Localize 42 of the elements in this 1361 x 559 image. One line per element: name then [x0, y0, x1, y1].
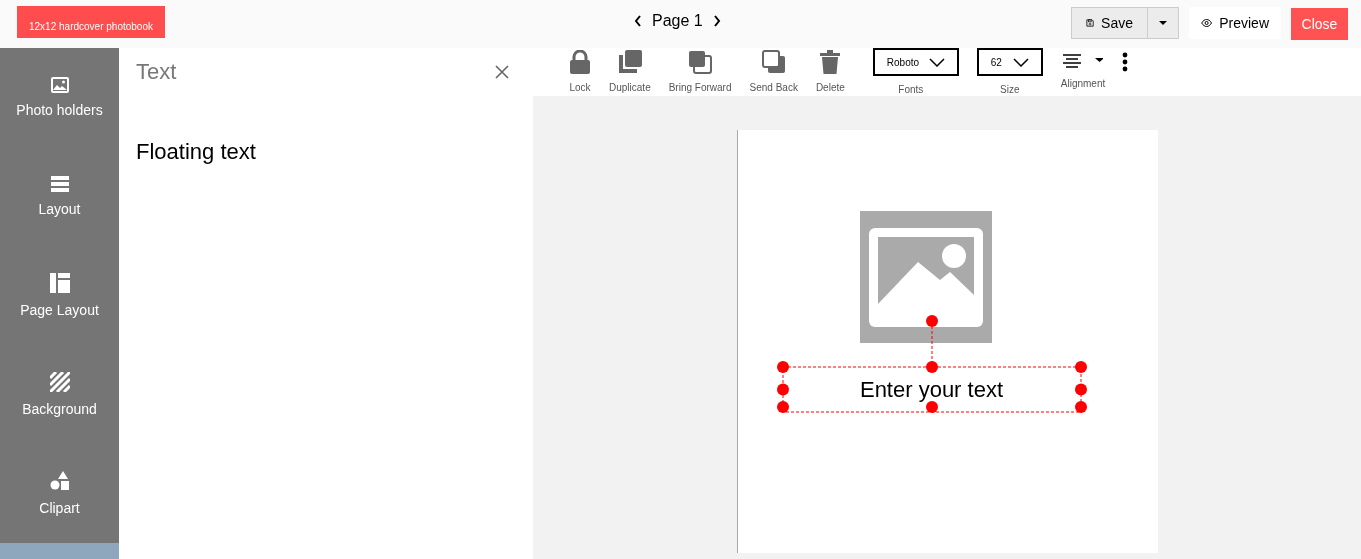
- size-label: Size: [1000, 84, 1020, 95]
- align-center-icon: [1063, 54, 1104, 68]
- more-icon[interactable]: [1122, 52, 1129, 72]
- chevron-down-icon: [1012, 57, 1029, 67]
- toolbar-button[interactable]: Bring Forward: [659, 48, 741, 96]
- bring-forward-icon: [688, 50, 713, 74]
- sidebar-item[interactable]: Layout: [0, 147, 119, 246]
- next-page-icon[interactable]: [712, 15, 721, 27]
- duplicate-icon: [617, 50, 642, 74]
- close-icon[interactable]: [495, 65, 509, 79]
- previous-page-icon[interactable]: [634, 15, 642, 27]
- shapes-icon: [49, 471, 70, 491]
- sidebar-item[interactable]: Background: [0, 345, 119, 444]
- toolbar-button[interactable]: Delete: [806, 48, 854, 96]
- trash-icon: [820, 50, 841, 74]
- lock-icon: [569, 50, 591, 74]
- toolbar-button[interactable]: Lock: [560, 48, 600, 96]
- save-button[interactable]: Save: [1071, 7, 1148, 39]
- page-layout-icon: [49, 273, 70, 293]
- page-label: Page 1: [652, 12, 703, 30]
- caret-icon: [1159, 21, 1167, 25]
- image-icon: [50, 77, 69, 93]
- chevron-down-icon: [928, 57, 945, 67]
- selection-frame[interactable]: [776, 315, 1087, 413]
- sidebar-item[interactable]: Page Layout: [0, 246, 119, 345]
- font-dropdown[interactable]: Roboto: [872, 48, 959, 76]
- rows-icon: [50, 176, 69, 192]
- eye-icon: [1201, 17, 1213, 29]
- text-option[interactable]: Floating text: [136, 139, 256, 165]
- save-icon: [1086, 16, 1095, 30]
- stripes-icon: [49, 372, 70, 392]
- toolbar-button[interactable]: Duplicate: [600, 48, 660, 96]
- panel-title: Text: [136, 59, 177, 85]
- canvas-text[interactable]: Enter your text: [859, 376, 1004, 403]
- preview-button[interactable]: Preview: [1189, 7, 1281, 39]
- sidebar-item[interactable]: Photo holders: [0, 48, 119, 147]
- size-dropdown[interactable]: 62: [976, 48, 1043, 76]
- sidebar-item[interactable]: Clipart: [0, 444, 119, 543]
- alignment-button[interactable]: Alignment: [1051, 48, 1115, 100]
- fonts-label: Fonts: [898, 84, 924, 95]
- product-badge: 12x12 hardcover photobook: [17, 6, 165, 38]
- toolbar-button[interactable]: Send Back: [740, 48, 807, 96]
